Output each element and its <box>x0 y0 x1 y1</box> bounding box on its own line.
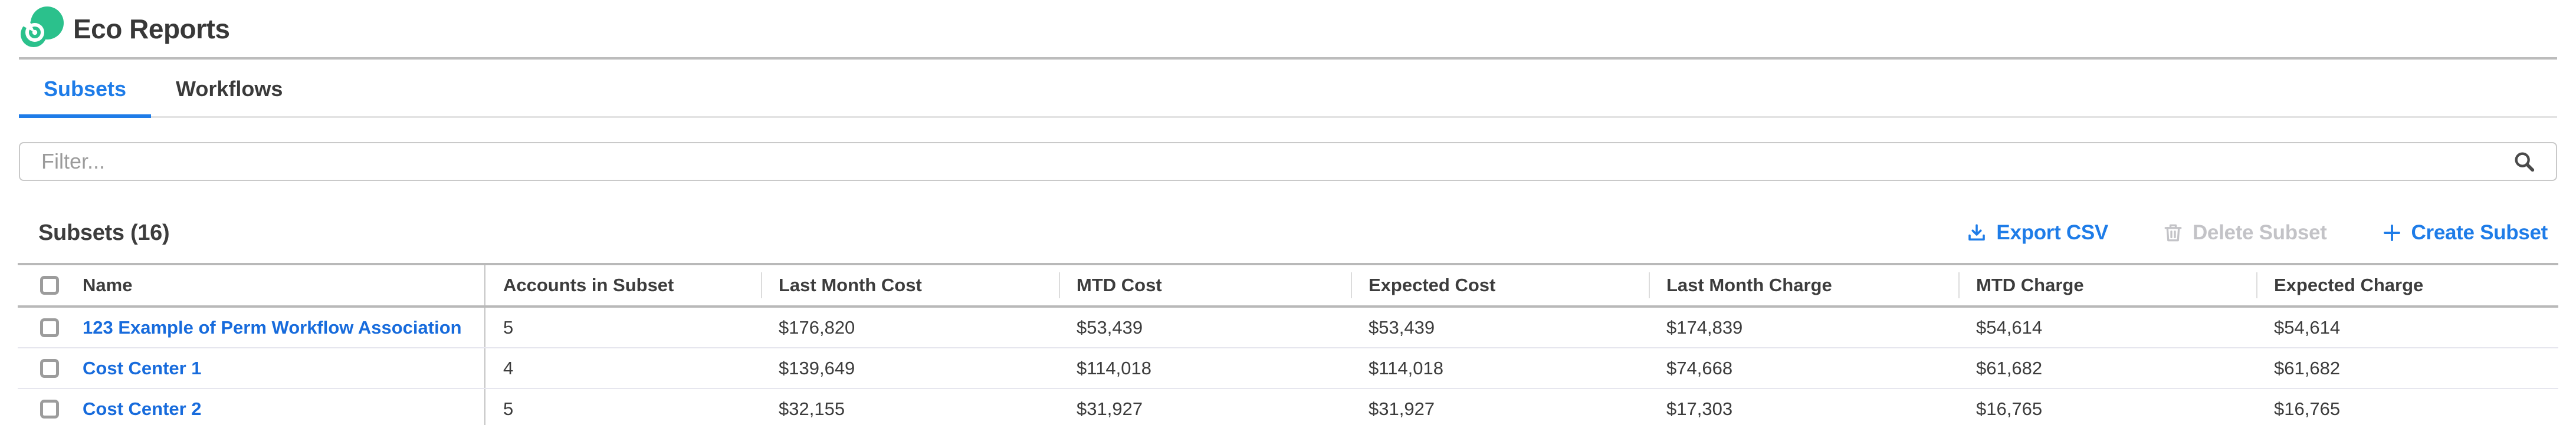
create-subset-button[interactable]: Create Subset <box>2381 221 2548 245</box>
header-cell-accounts: Accounts in Subset <box>485 265 761 305</box>
export-csv-button[interactable]: Export CSV <box>1966 221 2108 245</box>
row-checkbox[interactable] <box>40 400 59 419</box>
page-title: Eco Reports <box>73 13 229 45</box>
table-row: Cost Center 1 4 $139,649 $114,018 $114,0… <box>18 348 2558 389</box>
last-month-charge-cell: $174,839 <box>1649 308 1958 347</box>
header-cell-mtd-cost: MTD Cost <box>1059 265 1351 305</box>
name-cell: 123 Example of Perm Workflow Association <box>18 308 485 347</box>
last-month-cost-cell: $176,820 <box>761 308 1059 347</box>
trash-icon <box>2162 222 2184 243</box>
eco-logo-icon <box>18 5 66 52</box>
header-cell-last-month-cost: Last Month Cost <box>761 265 1059 305</box>
tab-subsets[interactable]: Subsets <box>19 60 151 118</box>
expected-charge-cell: $54,614 <box>2256 308 2558 347</box>
delete-subset-label: Delete Subset <box>2193 221 2327 245</box>
table-row: 123 Example of Perm Workflow Association… <box>18 308 2558 348</box>
header-cell-last-month-charge: Last Month Charge <box>1649 265 1958 305</box>
delete-subset-button[interactable]: Delete Subset <box>2162 221 2327 245</box>
section-heading: Subsets (16) <box>38 220 169 246</box>
row-checkbox[interactable] <box>40 318 59 337</box>
table-header: Name Accounts in Subset Last Month Cost … <box>18 265 2558 308</box>
subset-link[interactable]: Cost Center 1 <box>83 358 202 379</box>
mtd-cost-cell: $53,439 <box>1059 308 1351 347</box>
tab-workflows[interactable]: Workflows <box>151 60 307 118</box>
mtd-charge-cell: $61,682 <box>1958 348 2256 388</box>
header-cell-name: Name <box>18 265 485 305</box>
accounts-cell: 5 <box>485 389 761 425</box>
tab-workflows-label: Workflows <box>176 77 283 101</box>
last-month-cost-cell: $139,649 <box>761 348 1059 388</box>
tab-bar: Subsets Workflows <box>19 60 2557 118</box>
filter-container <box>19 142 2557 181</box>
accounts-cell: 4 <box>485 348 761 388</box>
export-csv-label: Export CSV <box>1996 221 2108 245</box>
table-body: 123 Example of Perm Workflow Association… <box>18 308 2558 425</box>
tab-track-line <box>19 116 2557 118</box>
expected-charge-cell: $16,765 <box>2256 389 2558 425</box>
plus-icon <box>2381 222 2403 243</box>
header-cell-expected-charge: Expected Charge <box>2256 265 2558 305</box>
filter-input[interactable] <box>19 142 2557 181</box>
expected-charge-cell: $61,682 <box>2256 348 2558 388</box>
subset-link[interactable]: 123 Example of Perm Workflow Association <box>83 317 462 338</box>
mtd-charge-cell: $54,614 <box>1958 308 2256 347</box>
subsets-table: Name Accounts in Subset Last Month Cost … <box>18 263 2558 425</box>
create-subset-label: Create Subset <box>2411 221 2548 245</box>
expected-cost-cell: $31,927 <box>1351 389 1649 425</box>
table-row: Cost Center 2 5 $32,155 $31,927 $31,927 … <box>18 389 2558 425</box>
expected-cost-cell: $53,439 <box>1351 308 1649 347</box>
mtd-cost-cell: $114,018 <box>1059 348 1351 388</box>
accounts-cell: 5 <box>485 308 761 347</box>
row-checkbox[interactable] <box>40 359 59 378</box>
expected-cost-cell: $114,018 <box>1351 348 1649 388</box>
tab-subsets-label: Subsets <box>44 77 126 101</box>
header-cell-expected-cost: Expected Cost <box>1351 265 1649 305</box>
mtd-cost-cell: $31,927 <box>1059 389 1351 425</box>
last-month-charge-cell: $74,668 <box>1649 348 1958 388</box>
section-header-row: Subsets (16) Export CSV Delete Subset Cr… <box>18 219 2558 247</box>
column-label: Name <box>83 275 132 296</box>
select-all-checkbox[interactable] <box>40 276 59 295</box>
last-month-charge-cell: $17,303 <box>1649 389 1958 425</box>
mtd-charge-cell: $16,765 <box>1958 389 2256 425</box>
search-icon <box>2512 150 2536 173</box>
name-cell: Cost Center 2 <box>18 389 485 425</box>
download-icon <box>1966 222 1987 243</box>
name-cell: Cost Center 1 <box>18 348 485 388</box>
app-header: Eco Reports <box>0 0 2576 57</box>
header-cell-mtd-charge: MTD Charge <box>1958 265 2256 305</box>
toolbar: Export CSV Delete Subset Create Subset <box>1966 221 2548 245</box>
subset-link[interactable]: Cost Center 2 <box>83 398 202 420</box>
last-month-cost-cell: $32,155 <box>761 389 1059 425</box>
